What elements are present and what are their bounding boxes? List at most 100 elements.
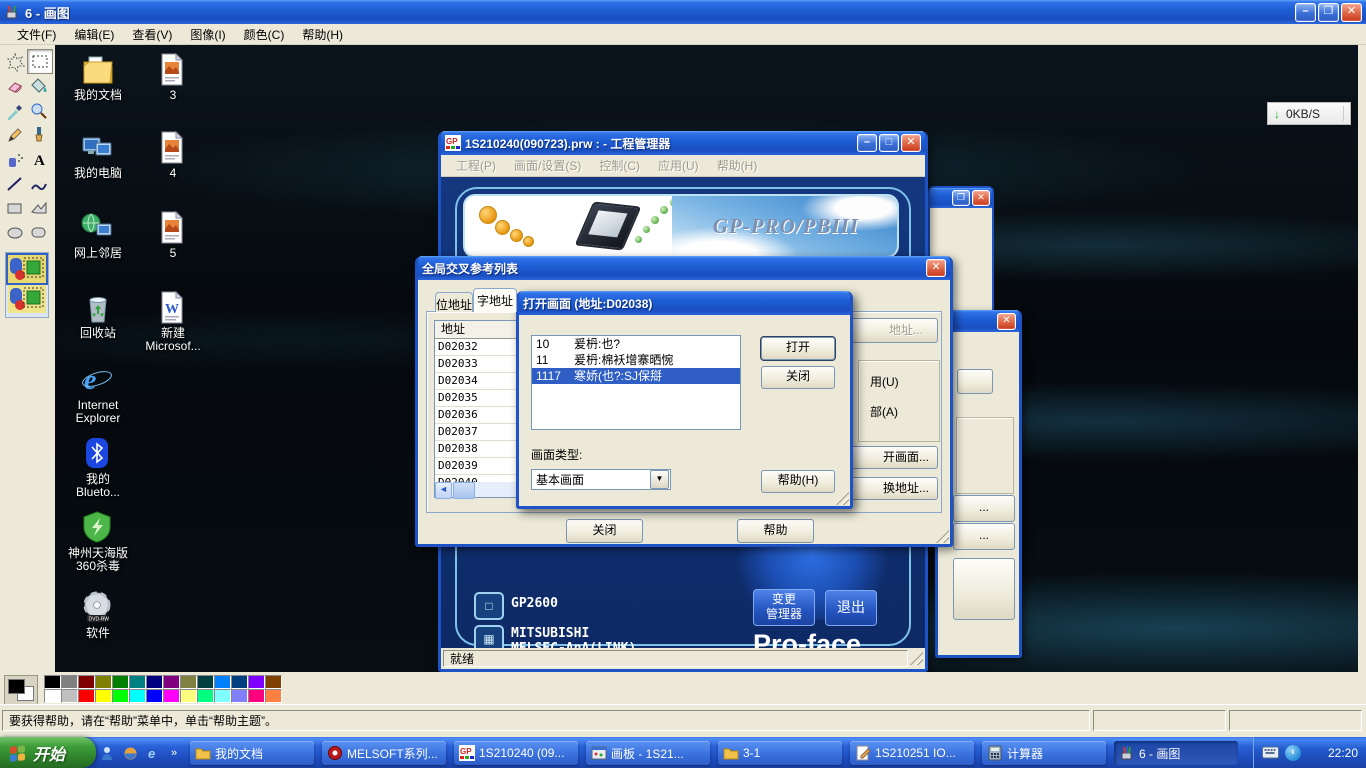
address-row[interactable]: D02035 (435, 390, 522, 407)
desktop-icon-my-documents-10[interactable]: 我的文档 (63, 53, 133, 102)
tool-select[interactable] (27, 49, 53, 74)
gp-menu-4[interactable]: 帮助(H) (708, 155, 767, 176)
palette-swatch-FF0080[interactable] (248, 689, 265, 703)
desktop-icon-word-document-23[interactable]: W新建 Microsof... (138, 291, 208, 353)
palette-swatch-C0C0C0[interactable] (61, 689, 78, 703)
taskbar-button-3[interactable]: 画板 - 1S21... (586, 741, 710, 765)
tool-line[interactable] (3, 173, 27, 196)
palette-swatch-008000[interactable] (112, 675, 129, 689)
paint-menu-5[interactable]: 帮助(H) (293, 24, 352, 45)
media-icon[interactable] (123, 746, 138, 761)
address-list-hscrollbar[interactable]: ◄ (435, 482, 522, 497)
address-row[interactable]: D02036 (435, 407, 522, 424)
restore-button[interactable]: ❐ (952, 190, 970, 206)
gp-menu-2[interactable]: 控制(C) (590, 155, 649, 176)
palette-swatch-008080[interactable] (129, 675, 146, 689)
option-opaque-selection[interactable] (8, 255, 46, 283)
scroll-left-arrow[interactable]: ◄ (435, 482, 452, 499)
tool-free-form-select[interactable] (3, 50, 27, 73)
address-column-header[interactable]: 地址 (435, 321, 522, 339)
close-button[interactable]: ✕ (926, 259, 946, 277)
tool-fill-with-color[interactable] (27, 75, 51, 98)
hide-icons-chevron[interactable]: ‹ (1285, 745, 1301, 761)
tool-airbrush[interactable] (3, 148, 27, 171)
tool-ellipse[interactable] (3, 222, 27, 245)
resize-grip[interactable] (836, 492, 849, 505)
hidden-button-fragment[interactable] (957, 369, 993, 394)
palette-swatch-00FF00[interactable] (112, 689, 129, 703)
xref-close-button[interactable]: 关闭 (566, 519, 643, 543)
paint-menu-0[interactable]: 文件(F) (8, 24, 65, 45)
desktop-icon-antivirus-shield-16[interactable]: 神州天海版 360杀毒 (63, 511, 133, 573)
convert-address-button-fragment[interactable]: 换地址... (846, 477, 938, 500)
maximize-button[interactable]: □ (879, 134, 899, 152)
close-button[interactable]: ✕ (1341, 3, 1362, 22)
screen-list[interactable]: 10爰枬:也?11爰枬:棉袄增寨晒惋1117寒娇(也?:SJ保搿 (531, 335, 741, 430)
open-dialog-help-button[interactable]: 帮助(H) (761, 470, 835, 493)
close-button[interactable]: ✕ (972, 190, 990, 206)
paint-menu-2[interactable]: 查看(V) (123, 24, 181, 45)
all-radio-label[interactable]: 部(A) (870, 403, 898, 420)
tool-pick-color[interactable] (3, 99, 27, 122)
desktop-icon-image-file-22[interactable]: 5 (138, 211, 208, 260)
palette-swatch-800000[interactable] (78, 675, 95, 689)
palette-swatch-804000[interactable] (265, 675, 282, 689)
net-speed-widget[interactable]: ↓ 0KB/S (1267, 102, 1351, 125)
xref-help-button[interactable]: 帮助 (737, 519, 814, 543)
desktop-icon-dvd-disc-17[interactable]: DVD-RW软件 (63, 591, 133, 640)
ie-icon[interactable]: e (146, 746, 161, 761)
tool-magnifier[interactable] (27, 99, 51, 122)
palette-swatch-FFFF00[interactable] (95, 689, 112, 703)
address-button-fragment[interactable]: 地址... (838, 318, 938, 343)
hidden-button-fragment[interactable] (953, 558, 1015, 620)
palette-swatch-00FF80[interactable] (197, 689, 214, 703)
palette-swatch-FF00FF[interactable] (163, 689, 180, 703)
minimize-button[interactable]: – (1295, 3, 1316, 22)
address-row[interactable]: D02033 (435, 356, 522, 373)
palette-swatch-808000[interactable] (95, 675, 112, 689)
ellipsis-button[interactable]: ... (953, 495, 1015, 522)
messenger-icon[interactable] (100, 746, 115, 761)
desktop-icon-network-places-12[interactable]: 网上邻居 (63, 211, 133, 260)
use-radio-label[interactable]: 用(U) (870, 373, 899, 390)
palette-swatch-0000FF[interactable] (146, 689, 163, 703)
palette-swatch-8080FF[interactable] (231, 689, 248, 703)
tool-rounded-rectangle[interactable] (27, 222, 51, 245)
palette-swatch-000000[interactable] (44, 675, 61, 689)
open-screen-button-fragment[interactable]: 开画面... (846, 446, 938, 469)
palette-swatch-8000FF[interactable] (248, 675, 265, 689)
palette-swatch-FF8040[interactable] (265, 689, 282, 703)
palette-swatch-00FFFF[interactable] (129, 689, 146, 703)
palette-swatch-808080[interactable] (61, 675, 78, 689)
keyboard-tray-icon[interactable] (1262, 746, 1279, 759)
scroll-thumb[interactable] (453, 482, 475, 499)
current-colors-indicator[interactable] (4, 675, 38, 705)
palette-swatch-FFFF80[interactable] (180, 689, 197, 703)
palette-swatch-808040[interactable] (180, 675, 197, 689)
tool-text[interactable]: A (27, 148, 51, 171)
palette-swatch-FFFFFF[interactable] (44, 689, 61, 703)
tool-rectangle[interactable] (3, 197, 27, 220)
palette-swatch-800080[interactable] (163, 675, 180, 689)
taskbar-button-6[interactable]: 计算器 (982, 741, 1106, 765)
start-button[interactable]: 开始 (0, 737, 96, 768)
address-row[interactable]: D02039 (435, 458, 522, 475)
paint-menu-1[interactable]: 编辑(E) (65, 24, 123, 45)
paint-canvas[interactable]: 我的文档我的电脑网上邻居回收站eInternet Explorer我的 Blue… (55, 45, 1358, 672)
taskbar-button-4[interactable]: 3-1 (718, 741, 842, 765)
palette-swatch-80FFFF[interactable] (214, 689, 231, 703)
resize-grip[interactable] (936, 530, 949, 543)
taskbar-button-7[interactable]: 6 - 画图 (1114, 741, 1238, 765)
address-row[interactable]: D02038 (435, 441, 522, 458)
combo-dropdown-arrow[interactable]: ▼ (650, 470, 669, 489)
minimize-button[interactable]: – (857, 134, 877, 152)
taskbar-button-5[interactable]: 1S210251 IO... (850, 741, 974, 765)
screen-list-item[interactable]: 1117寒娇(也?:SJ保搿 (532, 368, 740, 384)
option-transparent-selection[interactable] (8, 285, 46, 313)
desktop-icon-bluetooth-15[interactable]: 我的 Blueto... (63, 437, 133, 499)
desktop-icon-image-file-20[interactable]: 3 (138, 53, 208, 102)
screen-type-combobox[interactable]: 基本画面 ▼ (531, 469, 671, 490)
address-row[interactable]: D02034 (435, 373, 522, 390)
taskbar-button-0[interactable]: 我的文档 (190, 741, 314, 765)
taskbar-button-1[interactable]: MELSOFT系列... (322, 741, 446, 765)
